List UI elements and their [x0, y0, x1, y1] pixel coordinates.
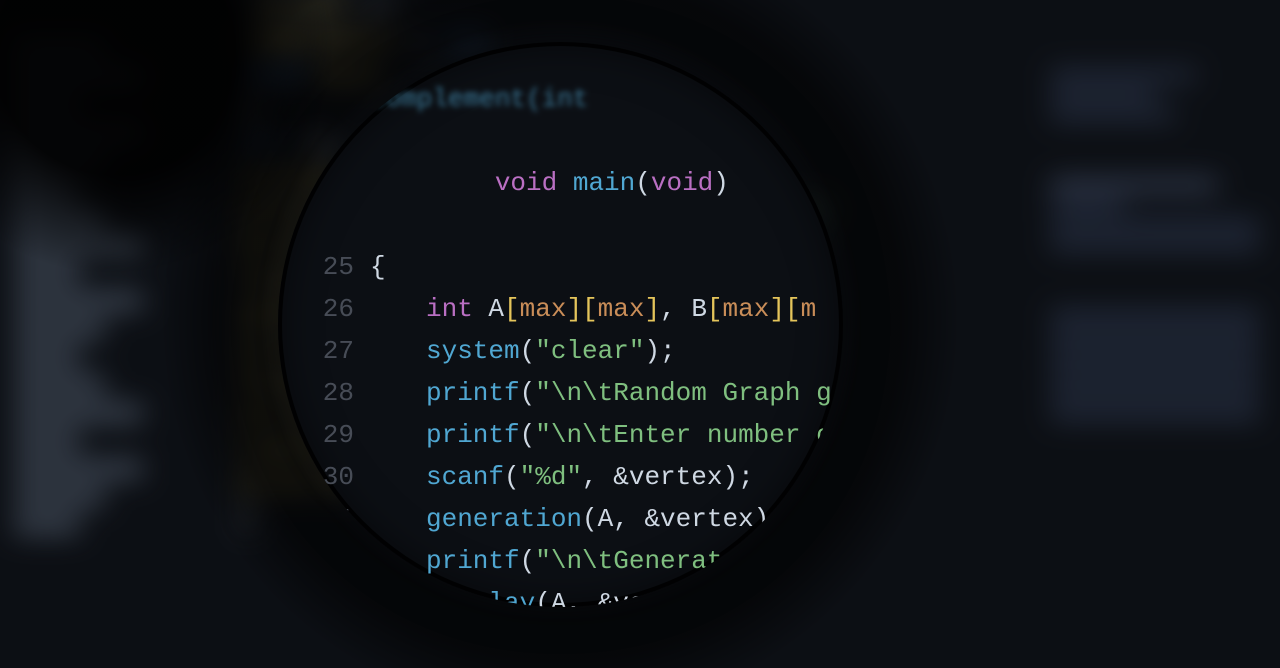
code-token: system: [426, 336, 520, 366]
code-token: printf: [426, 546, 520, 576]
line-number: 33: [318, 582, 370, 607]
code-token: );: [644, 336, 675, 366]
code-token: [: [504, 294, 520, 324]
code-line: 30 scanf("%d", &vertex);: [318, 456, 843, 498]
line-number: 29: [318, 414, 370, 456]
code-line: 32 printf("\n\tGenerated Ran: [318, 540, 843, 582]
line-number: 31: [318, 498, 370, 540]
code-token: ]: [644, 294, 660, 324]
code-token: printf: [426, 378, 520, 408]
code-line: 31 generation(A, &vertex);: [318, 498, 843, 540]
code-token: ]: [769, 294, 785, 324]
code-line: 29 printf("\n\tEnter number of: [318, 414, 843, 456]
blurred-sidebar: [0, 0, 190, 668]
blurred-right-panel: [1020, 0, 1280, 668]
code-token: ,: [660, 294, 691, 324]
code-token: generation: [426, 504, 582, 534]
code-token: (: [520, 336, 536, 366]
code-token: [: [582, 294, 598, 324]
code-line: 27 system("clear");: [318, 330, 843, 372]
code-line: 28 printf("\n\tRandom Graph g: [318, 372, 843, 414]
code-token: max: [598, 294, 645, 324]
code-token: (: [635, 168, 651, 198]
code-token: "\n\tGenerated Ran: [535, 546, 816, 576]
code-token: [: [707, 294, 723, 324]
line-number: 25: [318, 246, 370, 288]
code-token: max: [723, 294, 770, 324]
magnifier-lens: complement(int void main(void) 25 { 26in…: [278, 42, 843, 607]
line-number: 27: [318, 330, 370, 372]
code-token: , &vertex);: [582, 462, 754, 492]
code-token: main: [557, 168, 635, 198]
code-token: (: [520, 546, 536, 576]
code-token: [: [785, 294, 801, 324]
code-token: ]: [566, 294, 582, 324]
code-line: 26int A[max][max], B[max][m: [318, 288, 843, 330]
code-token: (A, &vertex);: [582, 504, 785, 534]
code-token: (A, &vertex);: [535, 588, 738, 607]
code-token: A: [488, 294, 504, 324]
code-token: void: [495, 168, 557, 198]
line-number: 30: [318, 456, 370, 498]
line-number: 32: [318, 540, 370, 582]
code-line-brace: 25 {: [318, 246, 843, 288]
code-token: "\n\tEnter number of: [535, 420, 843, 450]
code-token: m: [801, 294, 817, 324]
code-line-pre: complement(int: [318, 78, 843, 120]
code-token: scanf: [426, 462, 504, 492]
code-token: "clear": [535, 336, 644, 366]
line-number: 26: [318, 288, 370, 330]
code-token: ): [713, 168, 729, 198]
code-token: void: [651, 168, 713, 198]
code-token: printf: [426, 420, 520, 450]
code-token: {: [370, 246, 386, 288]
code-token: "%d": [520, 462, 582, 492]
code-token: B: [691, 294, 707, 324]
code-token: int: [426, 294, 488, 324]
code-token: (: [504, 462, 520, 492]
code-token: "\n\tRandom Graph g: [535, 378, 831, 408]
code-token: (: [520, 420, 536, 450]
code-token: (: [520, 378, 536, 408]
code-token: display: [426, 588, 535, 607]
code-token: max: [520, 294, 567, 324]
code-token: complement(int: [370, 78, 588, 120]
code-line-signature: void main(void): [318, 120, 843, 246]
line-number: 28: [318, 372, 370, 414]
code-line: 33 display(A, &vertex);: [318, 582, 843, 607]
